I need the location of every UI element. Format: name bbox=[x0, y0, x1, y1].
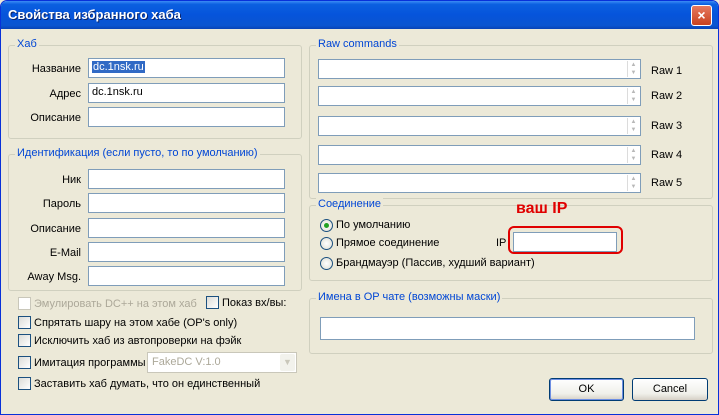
raw-legend: Raw commands bbox=[316, 38, 399, 50]
show-inout-checkbox[interactable] bbox=[206, 296, 219, 309]
force-unique-label: Заставить хаб думать, что он единственны… bbox=[34, 378, 261, 390]
spin-icon[interactable]: ▲ ▼ bbox=[627, 61, 639, 77]
hub-group: Хаб Название dc.1nsk.ru Адрес dc.1nsk.ru… bbox=[8, 38, 302, 139]
hide-share-label: Спрятать шару на этом хабе (OP's only) bbox=[34, 317, 238, 329]
nick-field[interactable] bbox=[88, 169, 285, 189]
exclude-fake-checkbox[interactable] bbox=[18, 334, 31, 347]
raw-commands-group: Raw commands ▲ ▼ Raw 1 ▲ ▼ Raw 2 ▲ ▼ Raw 3 … bbox=[309, 38, 713, 199]
raw-2-label: Raw 2 bbox=[651, 90, 683, 102]
raw-4-label: Raw 4 bbox=[651, 149, 683, 161]
firewall-connection-radio[interactable] bbox=[320, 257, 333, 270]
away-label: Away Msg. bbox=[27, 271, 81, 283]
title-bar[interactable]: Свойства избранного хаба × bbox=[1, 1, 718, 29]
close-icon[interactable]: × bbox=[691, 5, 712, 26]
raw-2-input[interactable]: ▲ ▼ bbox=[318, 86, 641, 106]
direct-connection-label: Прямое соединение bbox=[336, 237, 440, 249]
force-unique-checkbox[interactable] bbox=[18, 377, 31, 390]
name-field[interactable]: dc.1nsk.ru bbox=[88, 58, 285, 78]
hub-description-field[interactable] bbox=[88, 107, 285, 127]
name-value: dc.1nsk.ru bbox=[92, 61, 145, 73]
address-label: Адрес bbox=[49, 88, 82, 100]
name-label: Название bbox=[31, 63, 81, 75]
password-label: Пароль bbox=[42, 198, 81, 210]
raw-1-label: Raw 1 bbox=[651, 65, 683, 77]
hide-share-checkbox[interactable] bbox=[18, 316, 31, 329]
ok-button[interactable]: OK bbox=[549, 378, 624, 401]
ip-annotation-text: ваш IP bbox=[516, 200, 568, 217]
raw-3-label: Raw 3 bbox=[651, 120, 683, 132]
firewall-connection-label: Брандмауэр (Пассив, худший вариант) bbox=[336, 257, 535, 269]
hub-properties-dialog: Свойства избранного хаба × Хаб Название … bbox=[0, 0, 719, 415]
chevron-down-icon[interactable]: ▼ bbox=[280, 354, 295, 371]
spin-icon[interactable]: ▲ ▼ bbox=[627, 118, 639, 134]
password-field[interactable] bbox=[88, 193, 285, 213]
program-select[interactable]: FakeDC V:1.0 ▼ bbox=[147, 352, 297, 373]
ip-annotation-highlight bbox=[508, 226, 623, 254]
raw-5-label: Raw 5 bbox=[651, 177, 683, 189]
identity-group: Идентификация (если пусто, то по умолчан… bbox=[8, 147, 302, 291]
identity-legend: Идентификация (если пусто, то по умолчан… bbox=[15, 147, 260, 159]
imitate-program-checkbox[interactable] bbox=[18, 356, 31, 369]
email-field[interactable] bbox=[88, 242, 285, 262]
raw-3-input[interactable]: ▲ ▼ bbox=[318, 116, 641, 136]
emulate-dc-label: Эмулировать DC++ на этом хабе bbox=[34, 298, 197, 310]
raw-5-input[interactable]: ▲ ▼ bbox=[318, 173, 641, 193]
raw-4-input[interactable]: ▲ ▼ bbox=[318, 145, 641, 165]
spin-icon[interactable]: ▲ ▼ bbox=[627, 147, 639, 163]
spin-icon[interactable]: ▲ ▼ bbox=[627, 88, 639, 104]
default-connection-radio[interactable] bbox=[320, 219, 333, 232]
op-chat-legend: Имена в OP чате (возможны маски) bbox=[316, 291, 503, 303]
email-label: E-Mail bbox=[49, 247, 81, 259]
identity-description-label: Описание bbox=[30, 223, 81, 235]
ip-label: IP bbox=[496, 237, 507, 249]
identity-description-field[interactable] bbox=[88, 218, 285, 238]
default-connection-label: По умолчанию bbox=[336, 219, 411, 231]
cancel-button[interactable]: Cancel bbox=[632, 378, 708, 401]
op-chat-field[interactable] bbox=[320, 317, 695, 340]
hub-description-label: Описание bbox=[30, 112, 81, 124]
connection-legend: Соединение bbox=[316, 198, 384, 210]
emulate-dc-checkbox[interactable] bbox=[18, 297, 31, 310]
op-chat-group: Имена в OP чате (возможны маски) bbox=[309, 291, 713, 354]
show-inout-label: Показ вх/вы: bbox=[222, 297, 287, 309]
direct-connection-radio[interactable] bbox=[320, 237, 333, 250]
address-field[interactable]: dc.1nsk.ru bbox=[88, 83, 285, 103]
hub-legend: Хаб bbox=[15, 38, 39, 50]
nick-label: Ник bbox=[62, 174, 81, 186]
away-field[interactable] bbox=[88, 266, 285, 286]
raw-1-input[interactable]: ▲ ▼ bbox=[318, 59, 641, 79]
imitate-program-label: Имитация программы bbox=[34, 357, 146, 369]
window-title: Свойства избранного хаба bbox=[8, 7, 181, 22]
exclude-fake-label: Исключить хаб из автопроверки на фэйк bbox=[34, 335, 242, 347]
program-select-value: FakeDC V:1.0 bbox=[152, 356, 221, 368]
spin-icon[interactable]: ▲ ▼ bbox=[627, 175, 639, 191]
